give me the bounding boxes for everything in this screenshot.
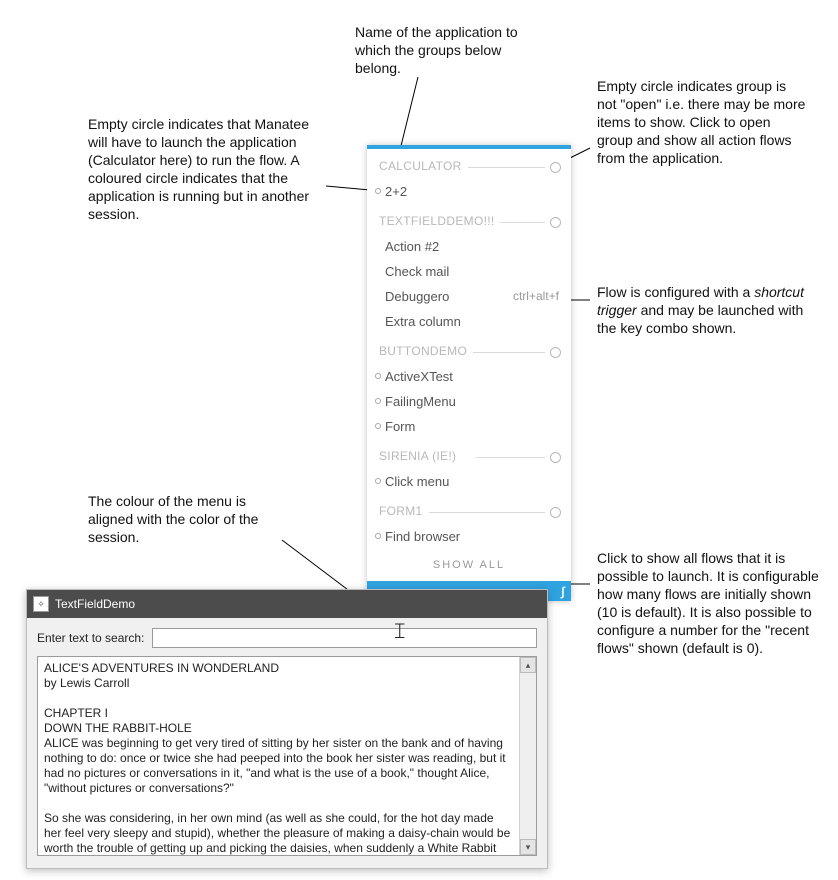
- flow-item-label: Click menu: [385, 474, 449, 489]
- flow-item-label: Form: [385, 419, 415, 434]
- flow-menu-body: CALCULATOR 2+2 TEXTFIELDDEMO!!! Action #2 Ch…: [367, 149, 571, 549]
- callout-open-circle: Empty circle indicates group is not "ope…: [597, 77, 807, 167]
- flow-item-label: FailingMenu: [385, 394, 456, 409]
- group-divider: [476, 457, 545, 458]
- callout-app-name: Name of the application to which the gro…: [355, 23, 539, 77]
- text-content[interactable]: [38, 657, 519, 855]
- flow-item[interactable]: FailingMenu: [367, 389, 571, 414]
- flow-item-label: Extra column: [385, 314, 461, 329]
- scroll-up-button[interactable]: ▴: [520, 657, 536, 673]
- app-window: ✧ TextFieldDemo Enter text to search: 𝙸 …: [26, 589, 548, 869]
- group-title: SIRENIA (IE!): [379, 449, 462, 463]
- callout-show-all: Click to show all flows that it is possi…: [597, 549, 822, 657]
- scrollbar[interactable]: ▴ ▾: [519, 657, 536, 855]
- search-input[interactable]: [152, 628, 537, 648]
- group-header[interactable]: CALCULATOR: [367, 149, 571, 179]
- flow-item[interactable]: Click menu: [367, 469, 571, 494]
- flow-item[interactable]: Find browser: [367, 524, 571, 549]
- callout-launch-circle: Empty circle indicates that Manatee will…: [88, 115, 318, 223]
- flow-item[interactable]: Extra column: [367, 309, 571, 334]
- flow-launch-indicator-icon: [375, 188, 381, 194]
- group-divider: [497, 222, 545, 223]
- group-open-indicator-icon[interactable]: [550, 217, 561, 228]
- group-divider: [455, 167, 545, 168]
- window-content: Enter text to search: 𝙸 ▴ ▾: [27, 618, 547, 868]
- group-open-indicator-icon[interactable]: [550, 452, 561, 463]
- group-header[interactable]: BUTTONDEMO: [367, 334, 571, 364]
- flow-item-label: Check mail: [385, 264, 449, 279]
- callout-shortcut: Flow is configured with a shortcut trigg…: [597, 283, 807, 337]
- group-open-indicator-icon[interactable]: [550, 162, 561, 173]
- flow-item-label: Debuggero: [385, 289, 449, 304]
- flow-item-label: Find browser: [385, 529, 460, 544]
- flow-item[interactable]: Debuggero ctrl+alt+f: [367, 284, 571, 309]
- flow-item-label: ActiveXTest: [385, 369, 453, 384]
- flow-launch-indicator-icon: [375, 533, 381, 539]
- flow-item[interactable]: Action #2: [367, 234, 571, 259]
- flow-item-label: 2+2: [385, 184, 407, 199]
- show-all-button[interactable]: SHOW ALL: [367, 549, 571, 581]
- flow-item[interactable]: ActiveXTest: [367, 364, 571, 389]
- group-divider: [420, 512, 545, 513]
- group-header[interactable]: TEXTFIELDDEMO!!!: [367, 204, 571, 234]
- flow-item[interactable]: Check mail: [367, 259, 571, 284]
- search-row: Enter text to search:: [37, 628, 537, 648]
- window-title: TextFieldDemo: [55, 597, 135, 611]
- flow-launch-indicator-icon: [375, 423, 381, 429]
- callout-shortcut-em: shortcut trigger: [597, 284, 804, 318]
- flow-item-label: Action #2: [385, 239, 439, 254]
- group-title: FORM1: [379, 504, 429, 518]
- flow-launch-indicator-icon: [375, 398, 381, 404]
- scroll-down-button[interactable]: ▾: [520, 839, 536, 855]
- group-title: TEXTFIELDDEMO!!!: [379, 214, 500, 228]
- search-label: Enter text to search:: [37, 631, 144, 645]
- window-titlebar[interactable]: ✧ TextFieldDemo: [27, 590, 547, 618]
- group-open-indicator-icon[interactable]: [550, 347, 561, 358]
- flow-item-shortcut: ctrl+alt+f: [513, 289, 559, 303]
- group-header[interactable]: SIRENIA (IE!): [367, 439, 571, 469]
- group-header[interactable]: FORM1: [367, 494, 571, 524]
- flow-launch-indicator-icon: [375, 373, 381, 379]
- callout-menu-color: The colour of the menu is aligned with t…: [88, 492, 293, 546]
- app-icon: ✧: [33, 596, 49, 612]
- flow-menu: CALCULATOR 2+2 TEXTFIELDDEMO!!! Action #2 Ch…: [367, 145, 571, 601]
- group-open-indicator-icon[interactable]: [550, 507, 561, 518]
- logo-icon: ʃ: [561, 584, 565, 599]
- textarea-wrapper: ▴ ▾: [37, 656, 537, 856]
- flow-item[interactable]: Form: [367, 414, 571, 439]
- group-title: CALCULATOR: [379, 159, 468, 173]
- canvas: { "callouts": { "app_name": "Name of the…: [0, 0, 838, 880]
- flow-launch-indicator-icon: [375, 478, 381, 484]
- group-title: BUTTONDEMO: [379, 344, 473, 358]
- flow-item[interactable]: 2+2: [367, 179, 571, 204]
